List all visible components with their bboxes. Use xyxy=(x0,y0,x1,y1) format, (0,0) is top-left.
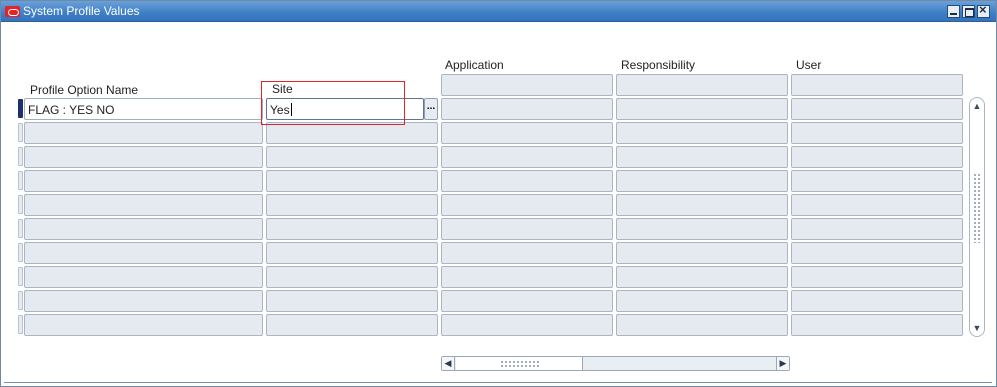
record-indicator[interactable] xyxy=(18,315,23,334)
record-indicator[interactable] xyxy=(18,171,23,190)
close-button[interactable] xyxy=(977,2,990,18)
profile-values-window: System Profile Values Profile Option Nam… xyxy=(0,0,997,387)
application-value-field[interactable] xyxy=(441,146,613,168)
application-value-field[interactable] xyxy=(441,194,613,216)
header-profile-option-name: Profile Option Name xyxy=(30,83,139,97)
record-indicator[interactable] xyxy=(18,267,23,286)
horizontal-scrollbar[interactable]: ◀ ▶ xyxy=(441,356,790,371)
record-indicator[interactable] xyxy=(18,195,23,214)
profile-option-name-field-text: FLAG : YES NO xyxy=(28,103,115,117)
table-row xyxy=(1,242,966,264)
site-value-field[interactable] xyxy=(266,314,438,336)
application-value-field[interactable] xyxy=(441,122,613,144)
profile-option-name-field[interactable]: FLAG : YES NO xyxy=(24,98,263,120)
responsibility-value-field[interactable] xyxy=(616,122,788,144)
user-value-field[interactable] xyxy=(791,242,963,264)
scroll-up-icon[interactable]: ▲ xyxy=(971,99,983,113)
table-row: FLAG : YES NO Yes... xyxy=(1,98,966,120)
table-row xyxy=(1,314,966,336)
profile-option-name-field[interactable] xyxy=(24,266,263,288)
profile-option-name-field[interactable] xyxy=(24,290,263,312)
minimize-button[interactable] xyxy=(947,5,960,18)
responsibility-value-field[interactable] xyxy=(616,98,788,120)
header-user: User xyxy=(796,58,822,72)
profile-option-name-field[interactable] xyxy=(24,242,263,264)
user-value-field[interactable] xyxy=(791,194,963,216)
status-divider xyxy=(4,382,992,383)
table-row xyxy=(1,266,966,288)
table-row xyxy=(1,194,966,216)
profile-option-name-field[interactable] xyxy=(24,314,263,336)
responsibility-value-field[interactable] xyxy=(616,314,788,336)
record-indicator[interactable] xyxy=(18,99,23,118)
oracle-logo-icon xyxy=(5,6,20,17)
site-value-field[interactable] xyxy=(266,242,438,264)
record-indicator[interactable] xyxy=(18,123,23,142)
responsibility-value-field[interactable] xyxy=(616,266,788,288)
application-value-field[interactable] xyxy=(441,266,613,288)
site-value-field[interactable] xyxy=(266,194,438,216)
application-value-field[interactable] xyxy=(441,314,613,336)
user-value-field[interactable] xyxy=(791,314,963,336)
list-of-values-button[interactable]: ... xyxy=(424,98,438,120)
horizontal-scroll-thumb[interactable] xyxy=(456,357,583,370)
text-cursor xyxy=(291,103,292,116)
user-context-field[interactable] xyxy=(791,74,963,96)
site-value-field[interactable] xyxy=(266,290,438,312)
profile-option-name-field[interactable] xyxy=(24,194,263,216)
record-indicator[interactable] xyxy=(18,147,23,166)
site-value-field[interactable] xyxy=(266,218,438,240)
profile-option-name-field[interactable] xyxy=(24,146,263,168)
scroll-down-icon[interactable]: ▼ xyxy=(971,321,983,335)
record-indicator[interactable] xyxy=(18,291,23,310)
maximize-button[interactable] xyxy=(962,5,975,18)
user-value-field[interactable] xyxy=(791,266,963,288)
user-value-field[interactable] xyxy=(791,170,963,192)
user-value-field[interactable] xyxy=(791,122,963,144)
responsibility-value-field[interactable] xyxy=(616,290,788,312)
application-value-field[interactable] xyxy=(441,290,613,312)
table-row xyxy=(1,170,966,192)
scroll-left-icon[interactable]: ◀ xyxy=(442,357,455,370)
table-row xyxy=(1,122,966,144)
record-indicator[interactable] xyxy=(18,243,23,262)
application-context-field[interactable] xyxy=(441,74,613,96)
vertical-scroll-thumb[interactable] xyxy=(973,173,981,243)
site-value-field[interactable] xyxy=(266,170,438,192)
responsibility-context-field[interactable] xyxy=(616,74,788,96)
profile-option-name-field[interactable] xyxy=(24,170,263,192)
responsibility-value-field[interactable] xyxy=(616,242,788,264)
window-title: System Profile Values xyxy=(23,4,140,18)
site-value-field-text: Yes xyxy=(270,103,290,117)
responsibility-value-field[interactable] xyxy=(616,170,788,192)
record-indicator[interactable] xyxy=(18,219,23,238)
site-value-field[interactable] xyxy=(266,146,438,168)
application-value-field[interactable] xyxy=(441,242,613,264)
user-value-field[interactable] xyxy=(791,218,963,240)
title-bar[interactable]: System Profile Values xyxy=(1,1,996,22)
responsibility-value-field[interactable] xyxy=(616,218,788,240)
user-value-field[interactable] xyxy=(791,98,963,120)
header-application: Application xyxy=(445,58,504,72)
site-value-field[interactable] xyxy=(266,266,438,288)
header-responsibility: Responsibility xyxy=(621,58,696,72)
header-site: Site xyxy=(272,82,293,96)
site-value-field[interactable] xyxy=(266,122,438,144)
site-value-field[interactable]: Yes xyxy=(266,98,424,120)
table-row xyxy=(1,218,966,240)
user-value-field[interactable] xyxy=(791,146,963,168)
application-value-field[interactable] xyxy=(441,218,613,240)
application-value-field[interactable] xyxy=(441,170,613,192)
profile-option-name-field[interactable] xyxy=(24,122,263,144)
table-row xyxy=(1,146,966,168)
table-row xyxy=(1,290,966,312)
responsibility-value-field[interactable] xyxy=(616,146,788,168)
profile-option-name-field[interactable] xyxy=(24,218,263,240)
application-value-field[interactable] xyxy=(441,98,613,120)
responsibility-value-field[interactable] xyxy=(616,194,788,216)
user-value-field[interactable] xyxy=(791,290,963,312)
vertical-scrollbar[interactable]: ▲ ▼ xyxy=(969,97,985,337)
scroll-right-icon[interactable]: ▶ xyxy=(776,357,789,370)
